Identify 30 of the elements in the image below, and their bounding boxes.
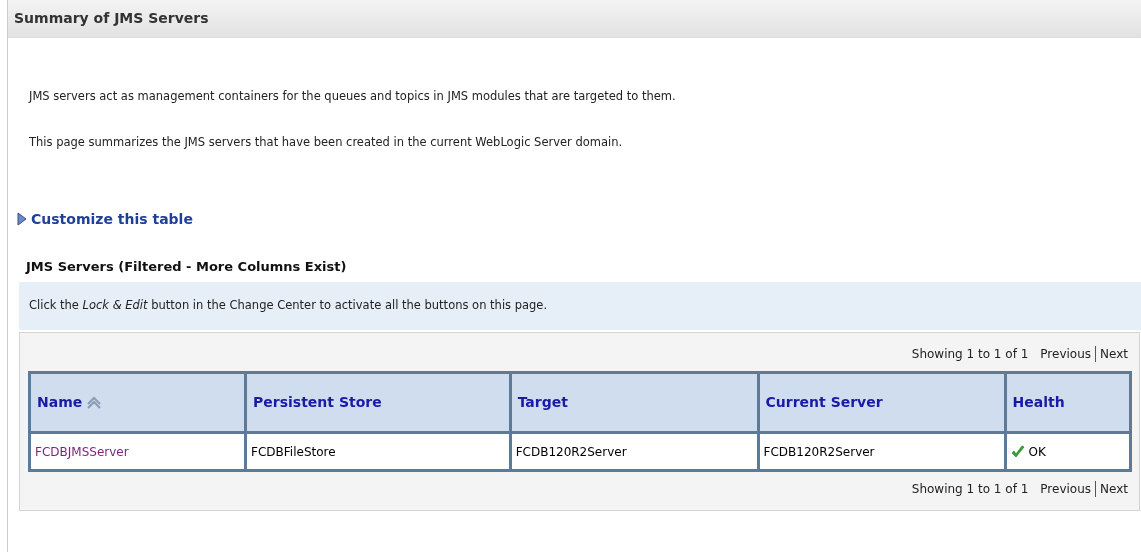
info-message: Click the Lock & Edit button in the Change Center to activate all the buttons on this page. xyxy=(29,297,548,315)
sort-ascending-icon[interactable] xyxy=(86,395,103,410)
pagination-summary: Showing 1 to 1 of 1 xyxy=(911,346,1029,363)
pagination-summary: Showing 1 to 1 of 1 xyxy=(911,481,1029,498)
previous-link[interactable]: Previous xyxy=(1040,480,1092,498)
customize-table-link[interactable]: Customize this table xyxy=(31,208,193,230)
check-icon xyxy=(1010,444,1025,459)
previous-link[interactable]: Previous xyxy=(1040,345,1092,363)
column-header[interactable]: Current Server xyxy=(758,372,1005,433)
description-text: JMS servers act as management containers for the queues and topics in JMS modules that are targeted to them. xyxy=(29,88,677,105)
table-cell-text: FCDB120R2Server xyxy=(515,444,627,459)
server-name-link[interactable]: FCDBJMSServer xyxy=(35,444,129,459)
column-label: Health xyxy=(1012,393,1065,412)
column-label: Target xyxy=(517,393,568,412)
expand-triangle-icon xyxy=(17,212,27,226)
page-title: Summary of JMS Servers xyxy=(14,9,209,28)
next-link[interactable]: Next xyxy=(1100,345,1128,363)
table-title: JMS Servers (Filtered - More Columns Exist) xyxy=(26,257,348,276)
column-label: Current Server xyxy=(765,393,883,412)
next-link[interactable]: Next xyxy=(1100,480,1128,498)
column-label: Persistent Store xyxy=(253,393,382,412)
column-header[interactable]: Health xyxy=(1005,372,1131,433)
column-header[interactable]: Name xyxy=(29,372,246,433)
column-header[interactable]: Target xyxy=(510,372,759,433)
health-status: OK xyxy=(1028,443,1046,461)
table-cell-text: FCDB120R2Server xyxy=(763,444,875,459)
description-text: This page summarizes the JMS servers that have been created in the current WebLogic Server domain. xyxy=(29,134,624,152)
column-header[interactable]: Persistent Store xyxy=(245,372,511,433)
column-label: Name xyxy=(37,393,83,412)
table-cell-text: FCDBFileStore xyxy=(251,444,336,459)
